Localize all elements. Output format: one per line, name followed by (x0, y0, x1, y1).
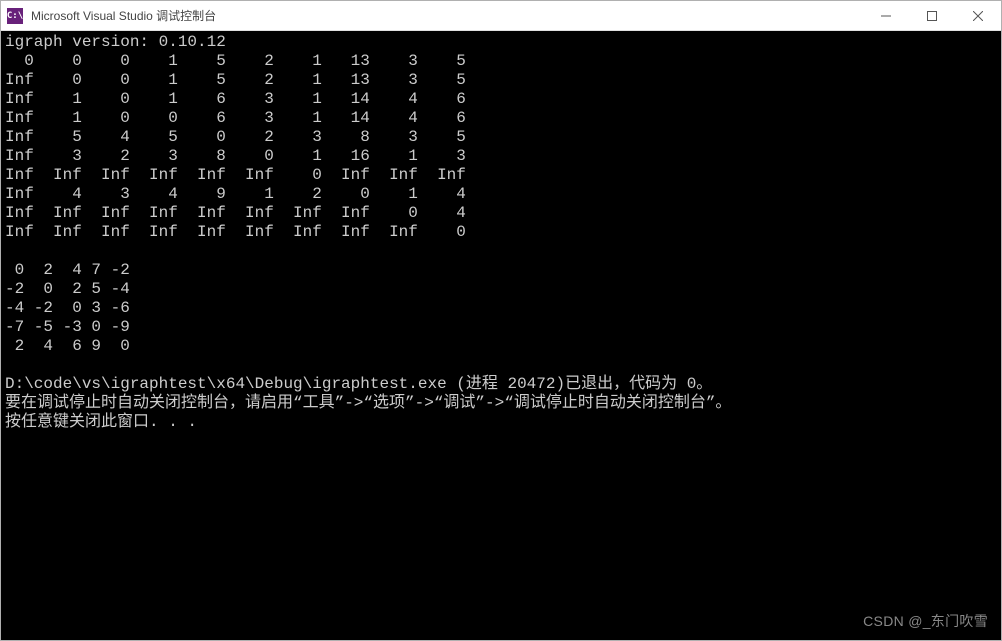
app-icon: C:\ (7, 8, 23, 24)
maximize-button[interactable] (909, 1, 955, 30)
console-output[interactable]: igraph version: 0.10.12 0 0 0 1 5 2 1 13… (1, 31, 1001, 640)
matrix1-row: Inf Inf Inf Inf Inf Inf Inf Inf 0 4 (5, 204, 466, 222)
matrix1-row: Inf Inf Inf Inf Inf Inf 0 Inf Inf Inf (5, 166, 466, 184)
close-icon (973, 11, 983, 21)
minimize-button[interactable] (863, 1, 909, 30)
matrix2-row: -7 -5 -3 0 -9 (5, 318, 130, 336)
press-key-line: 按任意键关闭此窗口. . . (5, 413, 197, 431)
matrix1-row: Inf 3 2 3 8 0 1 16 1 3 (5, 147, 466, 165)
titlebar: C:\ Microsoft Visual Studio 调试控制台 (1, 1, 1001, 31)
matrix2-row: -4 -2 0 3 -6 (5, 299, 130, 317)
matrix2-row: 0 2 4 7 -2 (5, 261, 130, 279)
matrix1-row: Inf Inf Inf Inf Inf Inf Inf Inf Inf 0 (5, 223, 466, 241)
matrix1-row: Inf 1 0 0 6 3 1 14 4 6 (5, 109, 466, 127)
matrix1-row: Inf 5 4 5 0 2 3 8 3 5 (5, 128, 466, 146)
minimize-icon (881, 11, 891, 21)
version-line: igraph version: 0.10.12 (5, 33, 226, 51)
matrix2-row: -2 0 2 5 -4 (5, 280, 130, 298)
exit-line: D:\code\vs\igraphtest\x64\Debug\igraphte… (5, 375, 712, 393)
watermark: CSDN @_东门吹雪 (863, 611, 988, 631)
matrix1-row: Inf 0 0 1 5 2 1 13 3 5 (5, 71, 466, 89)
matrix1-row: 0 0 0 1 5 2 1 13 3 5 (5, 52, 466, 70)
maximize-icon (927, 11, 937, 21)
window-controls (863, 1, 1001, 30)
hint-line: 要在调试停止时自动关闭控制台，请启用“工具”->“选项”->“调试”->“调试停… (5, 394, 731, 412)
app-window: C:\ Microsoft Visual Studio 调试控制台 igraph… (0, 0, 1002, 641)
matrix1-row: Inf 4 3 4 9 1 2 0 1 4 (5, 185, 466, 203)
matrix2-row: 2 4 6 9 0 (5, 337, 130, 355)
app-icon-label: C:\ (7, 11, 23, 21)
close-button[interactable] (955, 1, 1001, 30)
window-title: Microsoft Visual Studio 调试控制台 (31, 7, 863, 24)
matrix1-row: Inf 1 0 1 6 3 1 14 4 6 (5, 90, 466, 108)
